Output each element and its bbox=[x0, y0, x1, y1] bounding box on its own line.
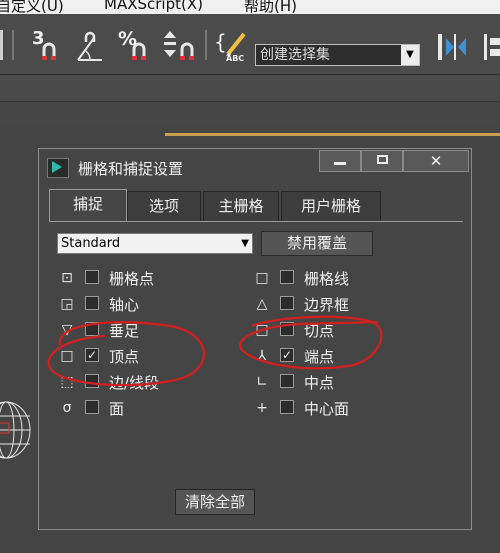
dialog-title: 栅格和捕捉设置 bbox=[78, 160, 184, 178]
snap-label: 边/线段 bbox=[109, 374, 160, 392]
tab-snaps[interactable]: 捕捉 bbox=[49, 189, 127, 222]
face-snap-icon: σ bbox=[62, 400, 72, 416]
close-icon: ✕ bbox=[429, 152, 443, 170]
snap-label: 中点 bbox=[304, 374, 335, 392]
snap-mode-dropdown[interactable]: Standard ▼ bbox=[57, 233, 253, 254]
snap-label: 中心面 bbox=[304, 400, 350, 418]
snap-toggle-3d-icon[interactable]: 3 bbox=[28, 28, 68, 64]
override-off-button[interactable]: 禁用覆盖 bbox=[261, 231, 373, 256]
menu-maxscript[interactable]: MAXScript(X) bbox=[104, 0, 203, 13]
toolbar-separator bbox=[205, 30, 207, 60]
edit-named-selection-icon[interactable]: { ABC bbox=[214, 28, 250, 64]
midpoint-checkbox[interactable] bbox=[280, 374, 294, 388]
close-button[interactable]: ✕ bbox=[403, 150, 469, 172]
tangent-checkbox[interactable] bbox=[280, 322, 294, 336]
align-icon[interactable] bbox=[480, 28, 500, 64]
minimize-button[interactable] bbox=[319, 150, 361, 172]
snap-label: 栅格线 bbox=[304, 270, 350, 288]
menu-customize[interactable]: 自定义(U) bbox=[0, 0, 64, 14]
grid-lines-checkbox[interactable] bbox=[280, 270, 294, 284]
snap-label: 垂足 bbox=[109, 322, 140, 340]
toolbar-separator bbox=[12, 30, 14, 60]
snap-label: 栅格点 bbox=[109, 270, 155, 288]
edge-segment-snap-icon: ⬚ bbox=[60, 374, 74, 390]
endpoint-snap-icon: ⅄ bbox=[257, 348, 267, 364]
app-icon bbox=[47, 158, 69, 178]
grid-points-snap-icon: ⊡ bbox=[61, 270, 73, 286]
grid-points-checkbox[interactable] bbox=[85, 270, 99, 284]
mirror-icon[interactable] bbox=[436, 28, 472, 64]
perpendicular-checkbox[interactable] bbox=[85, 322, 99, 336]
chevron-down-icon: ▼ bbox=[241, 238, 249, 249]
clear-all-button[interactable]: 清除全部 bbox=[175, 489, 255, 515]
active-viewport-border bbox=[165, 133, 500, 136]
angle-snap-icon[interactable] bbox=[72, 28, 110, 64]
tab-options[interactable]: 选项 bbox=[127, 191, 201, 221]
menubar: 自定义(U) MAXScript(X) 帮助(H) bbox=[0, 0, 500, 14]
perpendicular-snap-icon: ▽ bbox=[61, 322, 73, 338]
selection-set-value: 创建选择集 bbox=[260, 47, 330, 63]
snap-label: 边界框 bbox=[304, 296, 350, 314]
snap-label: 切点 bbox=[304, 322, 335, 340]
command-strip bbox=[0, 102, 500, 124]
bounding-box-snap-icon: △ bbox=[256, 296, 268, 312]
endpoint-checkbox[interactable]: ✓ bbox=[280, 348, 294, 362]
maximize-icon bbox=[376, 155, 388, 164]
tab-user-grids[interactable]: 用户栅格 bbox=[281, 191, 381, 221]
spinner-snap-icon[interactable] bbox=[160, 28, 200, 64]
grid-snap-settings-dialog: 栅格和捕捉设置 ✕ 捕捉 选项 主栅格 用户栅格 Standard ▼ 禁用覆盖… bbox=[38, 148, 472, 530]
snap-label: 轴心 bbox=[109, 296, 140, 314]
face-checkbox[interactable] bbox=[85, 400, 99, 414]
main-toolbar: 3 % {ABC 创建选择集 ▼ bbox=[0, 14, 500, 75]
center-face-snap-icon: + bbox=[256, 400, 268, 416]
wireframe-object bbox=[0, 401, 31, 459]
toolbar-separator bbox=[0, 30, 3, 60]
center-face-checkbox[interactable] bbox=[280, 400, 294, 414]
percent-snap-icon[interactable]: % bbox=[116, 28, 156, 64]
grid-lines-snap-icon: □ bbox=[255, 270, 269, 286]
vertex-snap-icon: □ bbox=[60, 348, 74, 364]
bounding-box-checkbox[interactable] bbox=[280, 296, 294, 310]
minimize-icon bbox=[334, 162, 346, 165]
chevron-down-icon[interactable]: ▼ bbox=[401, 45, 419, 65]
dialog-titlebar[interactable]: 栅格和捕捉设置 ✕ bbox=[39, 149, 471, 185]
snap-label: 端点 bbox=[304, 348, 335, 366]
menu-help[interactable]: 帮助(H) bbox=[244, 0, 297, 14]
snap-label: 顶点 bbox=[109, 348, 140, 366]
named-selection-set-dropdown[interactable]: 创建选择集 ▼ bbox=[255, 44, 420, 66]
maximize-button[interactable] bbox=[361, 150, 403, 172]
pivot-checkbox[interactable] bbox=[85, 296, 99, 310]
snap-mode-value: Standard bbox=[61, 236, 121, 251]
snap-label: 面 bbox=[109, 400, 125, 418]
vertex-checkbox[interactable]: ✓ bbox=[85, 348, 99, 362]
pivot-snap-icon: ◲ bbox=[60, 296, 74, 312]
tangent-snap-icon: □ bbox=[255, 322, 269, 338]
abc-label: ABC bbox=[226, 54, 245, 63]
ribbon-bar bbox=[0, 75, 500, 102]
midpoint-snap-icon: ∟ bbox=[256, 374, 268, 390]
tab-home-grid[interactable]: 主栅格 bbox=[203, 191, 279, 221]
edge-segment-checkbox[interactable] bbox=[85, 374, 99, 388]
